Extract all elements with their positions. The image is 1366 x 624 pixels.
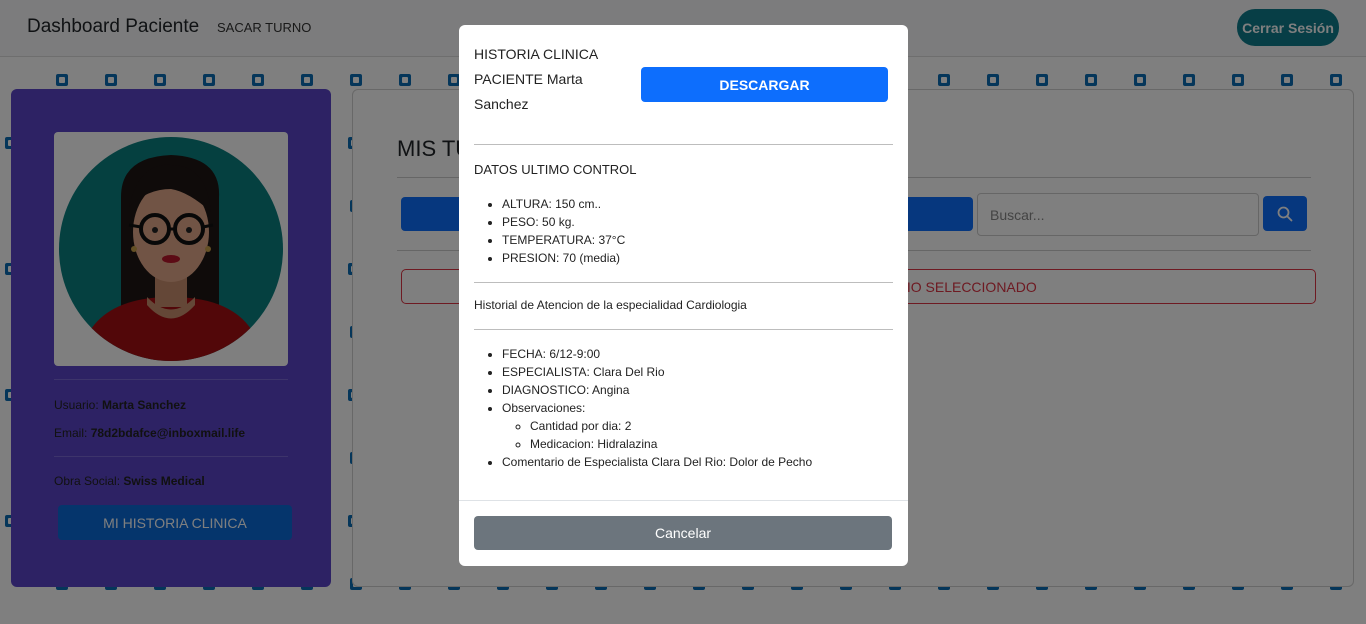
modal-divider — [474, 282, 893, 283]
modal-footer-divider — [459, 500, 908, 501]
obs-cantidad: Cantidad por dia: 2 — [530, 417, 812, 435]
history-fecha: FECHA: 6/12-9:00 — [502, 345, 812, 363]
modal-title-line2: PACIENTE Marta Sanchez — [474, 71, 583, 112]
history-diagnostico: DIAGNOSTICO: Angina — [502, 381, 812, 399]
historia-clinica-modal: HISTORIA CLINICA PACIENTE Marta Sanchez … — [459, 25, 908, 566]
control-item-altura: ALTURA: 150 cm.. — [502, 195, 625, 213]
control-heading: DATOS ULTIMO CONTROL — [474, 162, 637, 177]
cancel-button[interactable]: Cancelar — [474, 516, 892, 550]
history-comentario: Comentario de Especialista Clara Del Rio… — [502, 453, 812, 471]
download-button[interactable]: DESCARGAR — [641, 67, 888, 102]
history-heading: Historial de Atencion de la especialidad… — [474, 298, 747, 312]
modal-title-line1: HISTORIA CLINICA — [474, 46, 599, 62]
modal-divider — [474, 329, 893, 330]
observaciones-label: Observaciones: — [502, 401, 586, 415]
control-item-peso: PESO: 50 kg. — [502, 213, 625, 231]
control-list: ALTURA: 150 cm.. PESO: 50 kg. TEMPERATUR… — [502, 195, 625, 267]
modal-title: HISTORIA CLINICA PACIENTE Marta Sanchez — [474, 42, 634, 117]
history-list: FECHA: 6/12-9:00 ESPECIALISTA: Clara Del… — [502, 345, 812, 471]
observaciones-sublist: Cantidad por dia: 2 Medicacion: Hidralaz… — [502, 417, 812, 453]
control-item-temperatura: TEMPERATURA: 37°C — [502, 231, 625, 249]
control-item-presion: PRESION: 70 (media) — [502, 249, 625, 267]
history-especialista: ESPECIALISTA: Clara Del Rio — [502, 363, 812, 381]
obs-medicacion: Medicacion: Hidralazina — [530, 435, 812, 453]
history-observaciones: Observaciones: Cantidad por dia: 2 Medic… — [502, 399, 812, 453]
modal-divider — [474, 144, 893, 145]
